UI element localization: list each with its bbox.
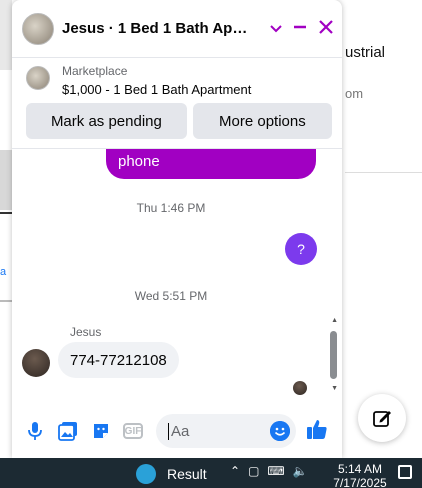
new-message-button[interactable] [358, 394, 406, 442]
thumbs-up-icon[interactable] [306, 418, 328, 445]
emoji-icon[interactable] [270, 421, 290, 441]
message-input[interactable]: Aa [156, 414, 296, 448]
message-list[interactable]: phone Thu 1:46 PM ? Wed 5:51 PM Jesus 77… [12, 148, 342, 400]
listing-title: $1,000 - 1 Bed 1 Bath Apartment [62, 82, 252, 97]
sender-avatar[interactable] [22, 349, 50, 377]
network-icon[interactable]: ⌨ [267, 464, 284, 478]
chat-window: Jesus · 1 Bed 1 Bath Apartment Marketpla… [12, 0, 342, 458]
listing-avatar[interactable] [22, 12, 54, 45]
message-composer: GIF Aa [12, 404, 342, 458]
background-divider [345, 172, 422, 173]
notification-icon[interactable] [398, 465, 412, 479]
clock-time: 5:14 AM [337, 462, 383, 476]
scrollbar-thumb[interactable] [330, 331, 337, 379]
outgoing-message: phone [106, 149, 316, 179]
clock-date: 7/17/2025 [333, 476, 387, 488]
incoming-message: 774-77212108 [58, 342, 179, 378]
read-receipt-avatar [293, 381, 307, 395]
mark-as-pending-button[interactable]: Mark as pending [26, 103, 187, 139]
outgoing-message: ? [285, 233, 317, 265]
sticker-icon[interactable] [90, 420, 112, 442]
message-timestamp: Wed 5:51 PM [134, 289, 208, 303]
gif-icon[interactable]: GIF [123, 423, 143, 439]
close-icon[interactable] [318, 19, 334, 38]
background-text: ustrial [345, 44, 386, 61]
listing-thumbnail [26, 66, 50, 90]
marketplace-label: Marketplace [62, 64, 128, 78]
weather-icon[interactable] [136, 464, 156, 484]
volume-icon[interactable]: 🔈 [293, 464, 308, 478]
compose-icon [373, 411, 391, 427]
microphone-icon[interactable] [24, 420, 46, 442]
clock[interactable]: 5:14 AM 7/17/2025 [330, 462, 390, 488]
photo-icon[interactable] [57, 420, 79, 442]
taskbar: Result ⌃ ▢ ⌨ 🔈 5:14 AM 7/17/2025 [0, 458, 422, 488]
system-tray: ⌃ ▢ ⌨ 🔈 [230, 464, 308, 478]
chevron-down-icon[interactable] [270, 23, 282, 35]
marketplace-listing[interactable]: Marketplace $1,000 - 1 Bed 1 Bath Apartm… [12, 58, 342, 97]
sender-name: Jesus [70, 325, 102, 339]
message-timestamp: Thu 1:46 PM [136, 201, 206, 215]
scroll-down-arrow-icon[interactable]: ▼ [331, 385, 338, 392]
minimize-icon[interactable] [292, 19, 308, 38]
message-input-placeholder[interactable]: Aa [168, 422, 270, 440]
chat-header[interactable]: Jesus · 1 Bed 1 Bath Apartment [12, 0, 342, 58]
scroll-up-arrow-icon[interactable]: ▲ [331, 317, 338, 324]
meet-now-icon[interactable]: ▢ [248, 464, 259, 478]
more-options-button[interactable]: More options [192, 103, 332, 139]
background-text: om [345, 86, 364, 101]
chevron-up-icon[interactable]: ⌃ [230, 464, 240, 478]
background-page-left: a [0, 0, 12, 458]
taskbar-app-label[interactable]: Result [167, 466, 207, 482]
chat-title[interactable]: Jesus · 1 Bed 1 Bath Apartment [62, 20, 248, 37]
